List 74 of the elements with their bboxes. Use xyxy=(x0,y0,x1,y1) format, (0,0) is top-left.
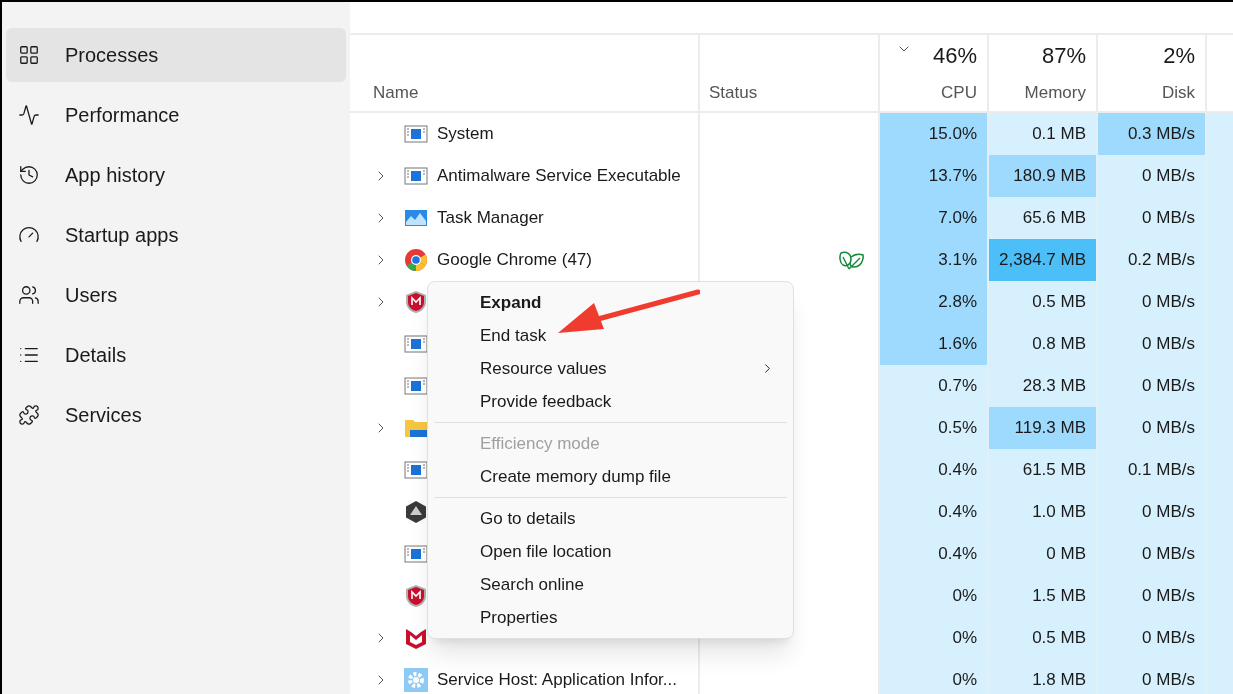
table-cell: 13.7% xyxy=(880,155,989,197)
pulse-icon xyxy=(18,104,40,126)
table-cell: 0.4% xyxy=(880,449,989,491)
window-icon xyxy=(404,122,428,146)
process-name: System xyxy=(437,123,494,146)
grid-icon xyxy=(18,44,40,66)
table-cell: 0.5% xyxy=(880,407,989,449)
menu-item[interactable]: End task xyxy=(434,319,787,352)
table-cell: 0 MB/s xyxy=(1098,365,1207,407)
table-cell: 65.6 MB xyxy=(989,197,1098,239)
table-cell: 7.0% xyxy=(880,197,989,239)
column-header[interactable]: CPU xyxy=(941,79,977,105)
table-cell: 0 MB/s xyxy=(1098,407,1207,449)
table-cell: 2.8% xyxy=(880,281,989,323)
window-icon xyxy=(404,164,428,188)
column-header[interactable]: Name xyxy=(373,79,419,105)
table-cell: 0 MB/s xyxy=(1098,617,1207,659)
column-header[interactable]: Status xyxy=(709,79,758,105)
column-total: 2% xyxy=(1163,41,1195,70)
table-cell: 0% xyxy=(880,659,989,694)
process-name: Google Chrome (47) xyxy=(437,249,592,272)
table-cell: 0 MB/s xyxy=(1098,533,1207,575)
table-cell: 1.6% xyxy=(880,323,989,365)
table-cell: 0 MB/s xyxy=(1098,575,1207,617)
puzzle-icon xyxy=(18,404,40,426)
table-cell: 0 MB/s xyxy=(1098,197,1207,239)
table-cell: 0 MB/s xyxy=(1098,281,1207,323)
process-name: Task Manager xyxy=(437,207,544,230)
table-cell: 0 MB/s xyxy=(1098,491,1207,533)
column-header[interactable]: Disk xyxy=(1161,79,1195,105)
table-cell: 0.7% xyxy=(880,365,989,407)
table-cell: 0.4% xyxy=(880,491,989,533)
clock-history-icon xyxy=(18,164,40,186)
menu-item[interactable]: Provide feedback xyxy=(434,385,787,418)
table-cell: 0 MB/s xyxy=(1098,155,1207,197)
table-cell: 28.3 MB xyxy=(989,365,1098,407)
hexagon-icon xyxy=(404,500,428,524)
menu-item[interactable]: Properties xyxy=(434,601,787,634)
table-cell: 0% xyxy=(880,575,989,617)
table-cell: 0 MB xyxy=(989,533,1098,575)
table-cell: 61.5 MB xyxy=(989,449,1098,491)
table-cell: 2,384.7 MB xyxy=(989,239,1098,281)
table-cell: 15.0% xyxy=(880,113,989,155)
menu-item[interactable]: Expand xyxy=(434,286,787,319)
table-cell: 119.3 MB xyxy=(989,407,1098,449)
table-cell: 0 MB/s xyxy=(1098,323,1207,365)
menu-item[interactable]: Go to details xyxy=(434,502,787,535)
users-icon xyxy=(18,284,40,306)
column-total: 46% xyxy=(932,41,977,70)
table-cell: 0.1 MB/s xyxy=(1098,449,1207,491)
table-cell: 0.3 MB/s xyxy=(1098,113,1207,155)
menu-item[interactable]: Resource values xyxy=(434,352,787,385)
column-total: 87% xyxy=(1041,41,1086,70)
table-cell: 0.4% xyxy=(880,533,989,575)
table-cell: 3.1% xyxy=(880,239,989,281)
process-name: Antimalware Service Executable xyxy=(437,165,681,188)
table-cell: 0.2 MB/s xyxy=(1098,239,1207,281)
table-cell: 180.9 MB xyxy=(989,155,1098,197)
table-cell: 1.8 MB xyxy=(989,659,1098,694)
menu-item[interactable]: Create memory dump file xyxy=(434,460,787,493)
menu-item[interactable]: Open file location xyxy=(434,535,787,568)
table-cell: 1.5 MB xyxy=(989,575,1098,617)
column-header[interactable]: Memory xyxy=(1024,79,1086,105)
leaf-icon xyxy=(838,249,864,271)
table-cell: 0.8 MB xyxy=(989,323,1098,365)
table-cell: 0 MB/s xyxy=(1098,659,1207,694)
menu-item[interactable]: Search online xyxy=(434,568,787,601)
table-cell: 0.1 MB xyxy=(989,113,1098,155)
table-cell: 0.5 MB xyxy=(989,617,1098,659)
process-name: Service Host: Application Infor... xyxy=(437,669,677,692)
table-cell: 1.0 MB xyxy=(989,491,1098,533)
table-cell: 0.5 MB xyxy=(989,281,1098,323)
table-cell: 0% xyxy=(880,617,989,659)
sidebar-item[interactable]: Processes xyxy=(6,28,346,82)
